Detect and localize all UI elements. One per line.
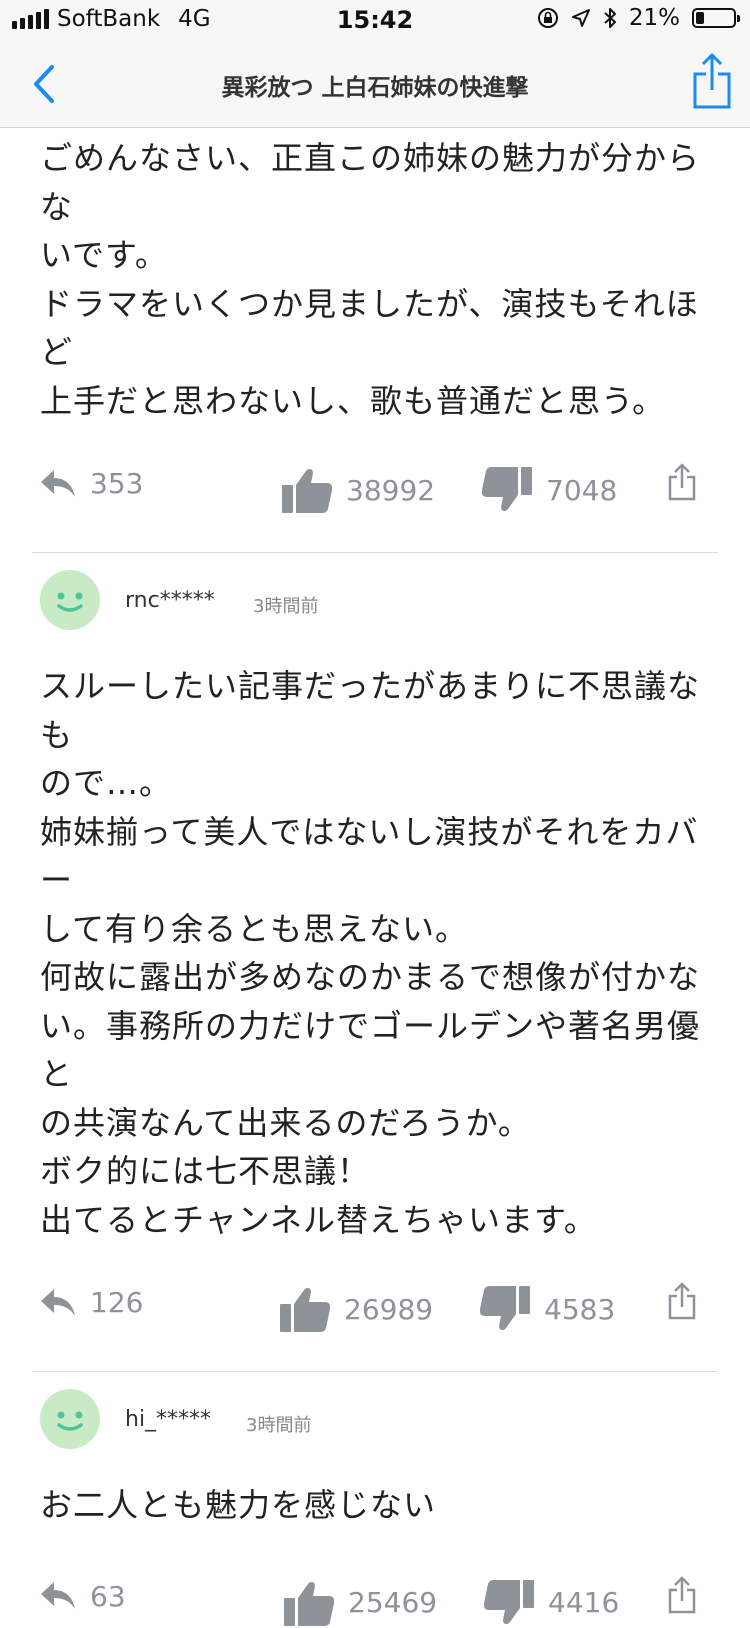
reply-icon [41,1582,75,1609]
comment-item: rnc***** 3時間前 スルーしたい記事だったがあまりに不思議なも ので…。… [0,570,750,1334]
comment-text: ごめんなさい、正直この姉妹の魅力が分からな いです。 ドラマをいくつか見ましたが… [40,139,701,420]
dislike-count: 7048 [546,473,618,507]
reply-button[interactable]: 126 [40,1286,143,1319]
reply-icon [41,1288,75,1316]
smiley-icon [57,592,83,612]
dislike-button[interactable]: 4416 [484,1579,620,1626]
like-count: 38992 [346,473,436,507]
thumbs-up-icon [284,1581,334,1626]
like-count: 26989 [344,1292,434,1326]
comment-header: hi_***** 3時間前 [0,1389,750,1481]
like-button[interactable]: 26989 [280,1286,433,1332]
share-button[interactable] [692,52,732,110]
avatar[interactable] [40,1389,100,1449]
status-icons: 21% [537,5,740,31]
comment-share-button[interactable] [668,1575,696,1614]
dislike-count: 4583 [544,1292,616,1326]
comment-time: 3時間前 [246,1415,312,1436]
page-title: 異彩放つ 上白石姉妹の快進撃 [221,75,529,101]
reply-count: 353 [90,467,144,500]
battery-percent: 21% [628,5,680,31]
thumbs-up-icon [280,1287,330,1332]
comment-list: ごめんなさい、正直この姉妹の魅力が分からな いです。 ドラマをいくつか見ましたが… [0,128,750,1628]
comment-text: スルーしたい記事だったがあまりに不思議なも ので…。 姉妹揃って美人ではないし演… [40,667,701,1239]
reply-count: 63 [90,1579,126,1613]
status-bar: SoftBank 4G 15:42 21% [0,0,750,40]
like-count: 25469 [348,1586,438,1619]
divider [32,552,718,553]
comment-actions: 63 25469 4416 [0,1568,750,1628]
share-icon [668,1282,696,1320]
comment-actions: 126 26989 4583 [0,1274,750,1334]
dislike-count: 4416 [548,1586,620,1619]
dislike-button[interactable]: 7048 [482,467,617,513]
comment-item: ごめんなさい、正直この姉妹の魅力が分からな いです。 ドラマをいくつか見ましたが… [0,128,750,515]
reply-button[interactable]: 353 [40,467,143,500]
nav-bar: 異彩放つ 上白石姉妹の快進撃 [0,40,750,128]
share-icon [668,463,696,501]
thumbs-down-icon [484,1579,534,1624]
reply-count: 126 [90,1286,144,1319]
bluetooth-icon [604,8,616,28]
share-icon [668,1575,696,1613]
like-button[interactable]: 38992 [282,467,435,513]
comment-share-button[interactable] [668,1282,696,1320]
comment-item: hi_***** 3時間前 お二人とも魅力を感じない 63 25469 4416 [0,1389,750,1628]
reply-icon [41,469,75,497]
reply-button[interactable]: 63 [40,1580,126,1613]
thumbs-down-icon [482,467,532,512]
username[interactable]: hi_***** [125,1407,211,1432]
username[interactable]: rnc***** [125,588,215,613]
dislike-button[interactable]: 4583 [480,1286,615,1332]
comment-text: お二人とも魅力を感じない [40,1486,437,1524]
share-icon [693,53,731,109]
location-icon [571,9,590,27]
avatar[interactable] [40,570,100,630]
battery-icon [692,8,740,28]
comment-actions: 353 38992 7048 [0,455,750,515]
smiley-icon [57,1411,83,1431]
thumbs-up-icon [282,468,332,513]
comment-time: 3時間前 [253,596,319,617]
orientation-lock-icon [537,8,558,28]
comment-share-button[interactable] [668,463,696,501]
thumbs-down-icon [480,1286,530,1331]
like-button[interactable]: 25469 [284,1580,437,1626]
comment-header: rnc***** 3時間前 [0,570,750,662]
divider [32,1371,718,1372]
